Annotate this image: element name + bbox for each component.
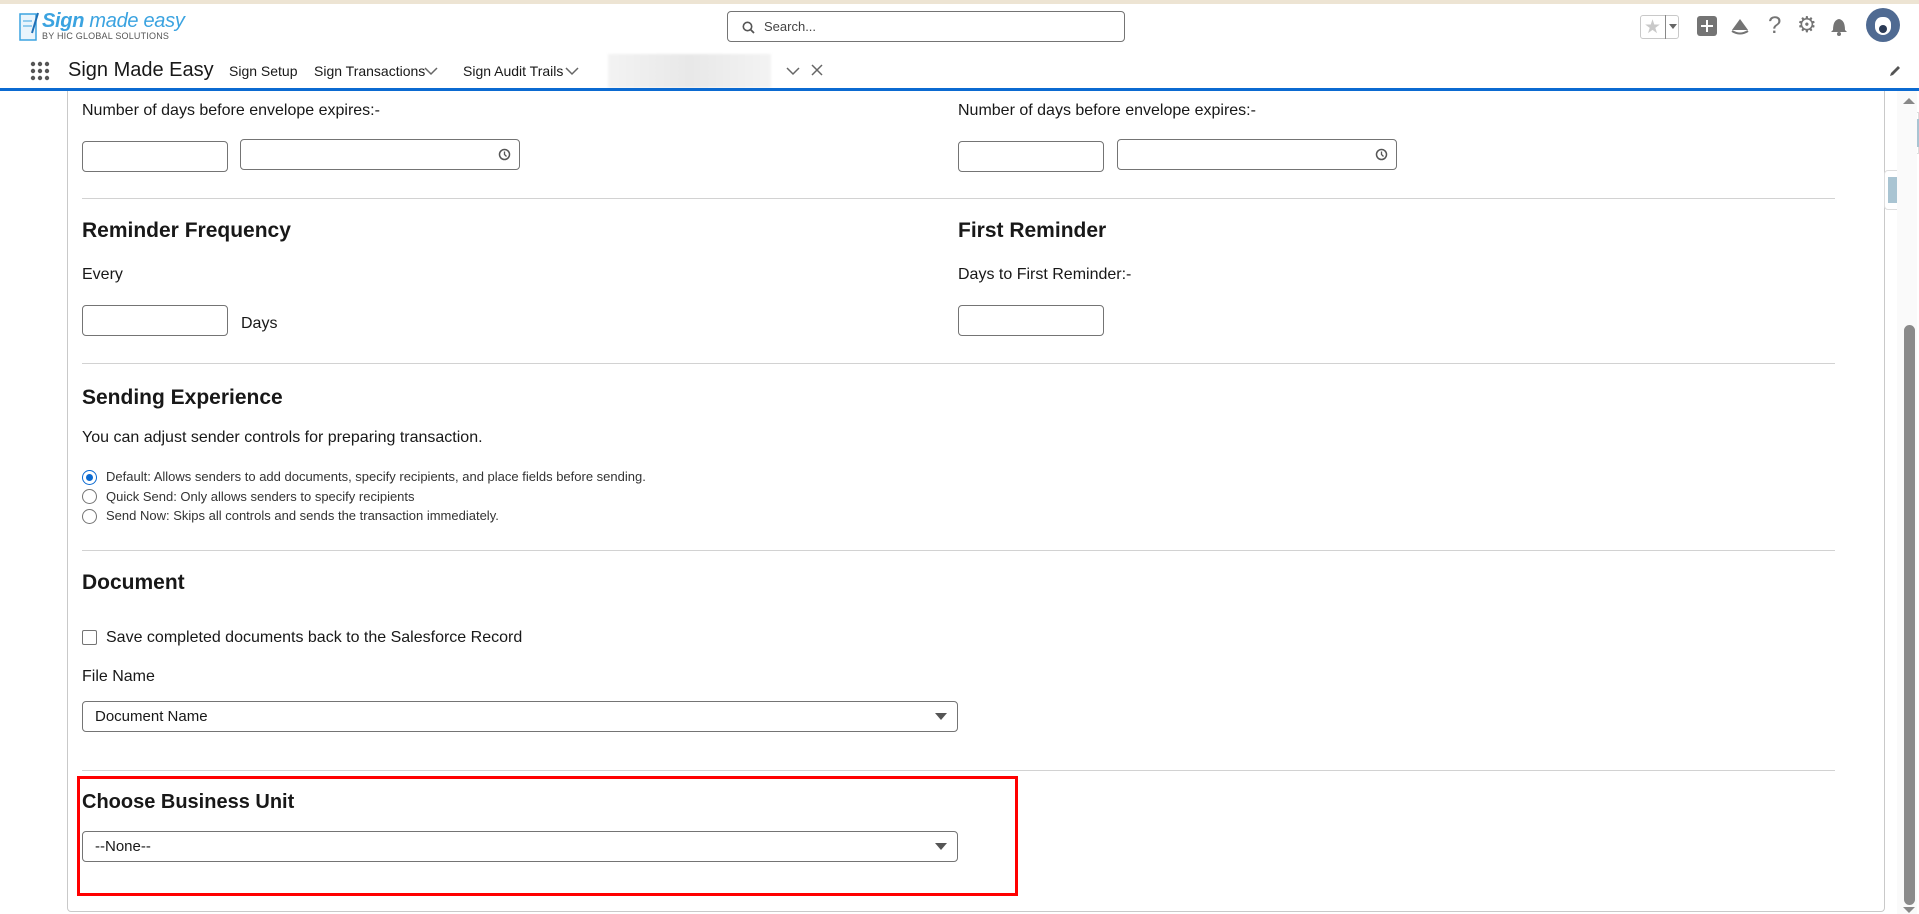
logo-title: Sign made easy <box>42 10 185 33</box>
first-reminder-heading: First Reminder <box>958 219 1107 242</box>
radio-quick-send-label[interactable]: Quick Send: Only allows senders to speci… <box>106 489 415 504</box>
caret-down-icon <box>935 713 947 720</box>
star-icon: ★ <box>1644 17 1662 38</box>
days-label: Days <box>241 315 278 332</box>
chevron-down-icon[interactable] <box>424 67 438 76</box>
help-icon[interactable]: ? <box>1768 12 1781 40</box>
close-icon[interactable] <box>811 64 823 76</box>
search-icon <box>742 21 755 34</box>
side-panel-toggle[interactable] <box>1884 170 1898 210</box>
pencil-icon[interactable] <box>1888 64 1902 78</box>
chevron-down-icon[interactable] <box>565 67 579 76</box>
caret-down-icon <box>935 843 947 850</box>
bell-icon[interactable] <box>1830 16 1848 36</box>
logo-subtitle: BY HIC GLOBAL SOLUTIONS <box>42 31 170 41</box>
chevron-down-icon <box>1665 15 1679 39</box>
app-launcher-icon[interactable] <box>30 61 50 81</box>
gear-icon[interactable]: ⚙ <box>1797 12 1817 38</box>
expiry-label-right: Number of days before envelope expires:- <box>958 102 1256 119</box>
radio-send-now-label[interactable]: Send Now: Skips all controls and sends t… <box>106 508 499 523</box>
file-name-label: File Name <box>82 668 155 685</box>
expiry-days-input-right[interactable] <box>958 141 1104 172</box>
expiry-days-input-left[interactable] <box>82 141 228 172</box>
radio-default[interactable] <box>82 470 97 485</box>
nav-item-sign-setup[interactable]: Sign Setup <box>229 63 298 79</box>
sending-experience-heading: Sending Experience <box>82 386 283 409</box>
scroll-up-icon[interactable] <box>1903 98 1915 104</box>
avatar[interactable] <box>1866 8 1900 42</box>
reminder-days-input[interactable] <box>82 305 228 336</box>
clock-icon[interactable] <box>498 148 511 161</box>
radio-quick-send[interactable] <box>82 489 97 504</box>
nav-item-sign-audit-trails[interactable]: Sign Audit Trails <box>463 63 563 79</box>
nav-item-sign-transactions[interactable]: Sign Transactions <box>314 63 425 79</box>
file-name-select[interactable]: Document Name <box>82 701 958 732</box>
app-name: Sign Made Easy <box>68 59 214 81</box>
business-unit-heading: Choose Business Unit <box>82 791 295 813</box>
divider <box>82 198 1835 199</box>
save-documents-label[interactable]: Save completed documents back to the Sal… <box>106 629 522 647</box>
business-unit-select[interactable]: --None-- <box>82 831 958 862</box>
logo-icon <box>19 12 39 41</box>
scroll-down-icon[interactable] <box>1903 907 1915 913</box>
every-label: Every <box>82 266 123 283</box>
favorites-button[interactable]: ★ <box>1640 15 1679 39</box>
logo-title-rest: made easy <box>84 10 185 32</box>
save-documents-checkbox[interactable] <box>82 630 97 645</box>
radio-send-now[interactable] <box>82 509 97 524</box>
business-unit-value: --None-- <box>95 838 151 855</box>
trailhead-icon[interactable] <box>1730 16 1750 36</box>
search-placeholder: Search... <box>764 19 817 34</box>
first-reminder-input[interactable] <box>958 305 1104 336</box>
search-input[interactable]: Search... <box>727 11 1125 42</box>
expiry-label-left: Number of days before envelope expires:- <box>82 102 380 119</box>
radio-default-label[interactable]: Default: Allows senders to add documents… <box>106 469 646 484</box>
divider <box>82 770 1835 771</box>
expiry-time-input-right[interactable] <box>1117 139 1397 170</box>
logo-title-bold: Sign <box>42 10 85 32</box>
sending-description: You can adjust sender controls for prepa… <box>82 429 483 446</box>
expiry-time-input-left[interactable] <box>240 139 520 170</box>
document-heading: Document <box>82 571 185 594</box>
chevron-down-icon[interactable] <box>786 67 800 76</box>
reminder-frequency-heading: Reminder Frequency <box>82 219 291 242</box>
first-reminder-label: Days to First Reminder:- <box>958 266 1132 283</box>
scrollbar-thumb[interactable] <box>1904 325 1915 905</box>
plus-icon[interactable] <box>1697 16 1717 36</box>
divider <box>82 550 1835 551</box>
clock-icon[interactable] <box>1375 148 1388 161</box>
divider <box>82 363 1835 364</box>
top-strip <box>0 0 1919 4</box>
blurred-tab[interactable] <box>608 54 771 88</box>
file-name-value: Document Name <box>95 708 208 725</box>
